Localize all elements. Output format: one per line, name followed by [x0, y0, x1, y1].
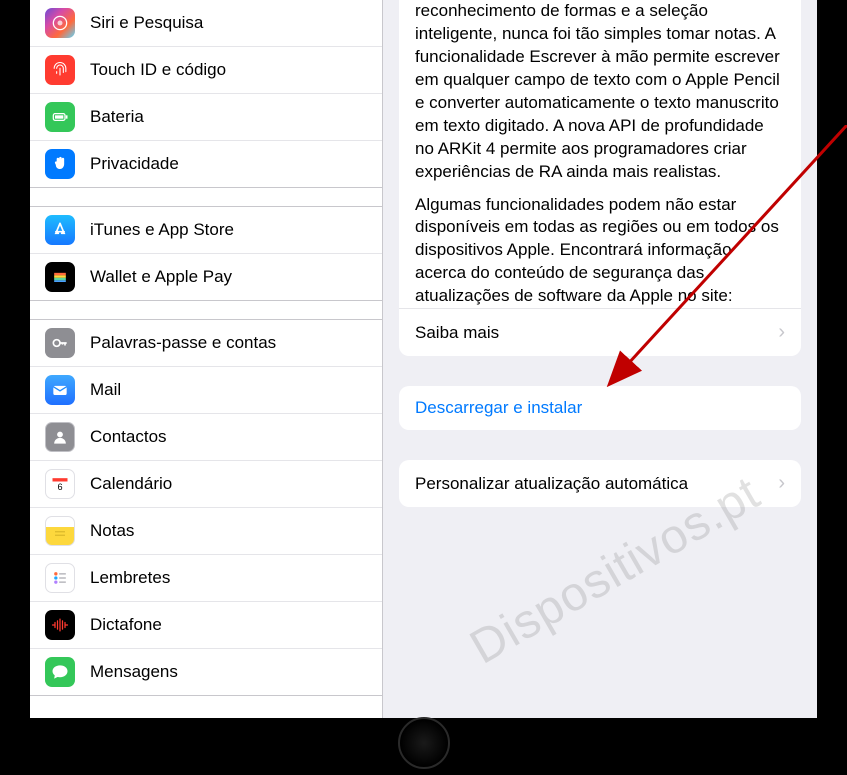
sidebar-item-label: Mensagens	[90, 662, 178, 682]
sidebar-item-label: Lembretes	[90, 568, 170, 588]
sidebar-item-label: Touch ID e código	[90, 60, 226, 80]
sidebar-item-label: Bateria	[90, 107, 144, 127]
key-icon	[45, 328, 75, 358]
sidebar-item-label: Contactos	[90, 427, 167, 447]
sidebar-item-label: Notas	[90, 521, 134, 541]
learn-more-label: Saiba mais	[415, 323, 499, 343]
sidebar-group-1: Siri e Pesquisa Touch ID e código Bateri…	[30, 0, 382, 188]
download-install-label: Descarregar e instalar	[415, 398, 582, 418]
messages-icon	[45, 657, 75, 687]
download-install-card: Descarregar e instalar	[399, 386, 801, 430]
customize-auto-card: Personalizar atualização automática ›	[399, 460, 801, 507]
sidebar-item-privacy[interactable]: Privacidade	[30, 141, 382, 187]
sidebar-item-wallet[interactable]: Wallet e Apple Pay	[30, 254, 382, 300]
update-description-1: reconhecimento de formas e a seleção int…	[399, 0, 801, 194]
sidebar-item-label: Calendário	[90, 474, 172, 494]
update-description-card: reconhecimento de formas e a seleção int…	[399, 0, 801, 356]
sidebar-item-label: Privacidade	[90, 154, 179, 174]
sidebar-item-siri[interactable]: Siri e Pesquisa	[30, 0, 382, 47]
svg-text:6: 6	[57, 482, 62, 492]
mail-icon	[45, 375, 75, 405]
siri-icon	[45, 8, 75, 38]
sidebar-item-label: iTunes e App Store	[90, 220, 234, 240]
contacts-icon	[45, 422, 75, 452]
sidebar-item-label: Mail	[90, 380, 121, 400]
chevron-right-icon: ›	[778, 472, 785, 495]
screen: Siri e Pesquisa Touch ID e código Bateri…	[30, 0, 817, 718]
reminders-icon	[45, 563, 75, 593]
notes-icon	[45, 516, 75, 546]
chevron-right-icon: ›	[778, 321, 785, 344]
update-description-2: Algumas funcionalidades podem não estar …	[399, 194, 801, 309]
sidebar-item-mail[interactable]: Mail	[30, 367, 382, 414]
appstore-icon	[45, 215, 75, 245]
sidebar-group-2: iTunes e App Store Wallet e Apple Pay	[30, 206, 382, 301]
sidebar-item-label: Palavras-passe e contas	[90, 333, 276, 353]
sidebar-item-notes[interactable]: Notas	[30, 508, 382, 555]
sidebar-item-battery[interactable]: Bateria	[30, 94, 382, 141]
learn-more-row[interactable]: Saiba mais ›	[399, 308, 801, 356]
customize-auto-label: Personalizar atualização automática	[415, 474, 688, 494]
sidebar-item-voicememos[interactable]: Dictafone	[30, 602, 382, 649]
device-frame: Siri e Pesquisa Touch ID e código Bateri…	[0, 0, 847, 775]
sidebar-group-3: Palavras-passe e contas Mail Contactos	[30, 319, 382, 696]
customize-auto-button[interactable]: Personalizar atualização automática ›	[399, 460, 801, 507]
fingerprint-icon	[45, 55, 75, 85]
battery-icon	[45, 102, 75, 132]
voice-icon	[45, 610, 75, 640]
content-panel: reconhecimento de formas e a seleção int…	[383, 0, 817, 718]
settings-sidebar: Siri e Pesquisa Touch ID e código Bateri…	[30, 0, 383, 718]
sidebar-item-passwords[interactable]: Palavras-passe e contas	[30, 320, 382, 367]
home-button[interactable]	[398, 717, 450, 769]
wallet-icon	[45, 262, 75, 292]
sidebar-item-label: Dictafone	[90, 615, 162, 635]
sidebar-item-appstore[interactable]: iTunes e App Store	[30, 207, 382, 254]
sidebar-item-reminders[interactable]: Lembretes	[30, 555, 382, 602]
sidebar-item-label: Siri e Pesquisa	[90, 13, 203, 33]
sidebar-item-label: Wallet e Apple Pay	[90, 267, 232, 287]
sidebar-item-touchid[interactable]: Touch ID e código	[30, 47, 382, 94]
sidebar-item-calendar[interactable]: 6 Calendário	[30, 461, 382, 508]
hand-icon	[45, 149, 75, 179]
download-install-button[interactable]: Descarregar e instalar	[399, 386, 801, 430]
sidebar-item-messages[interactable]: Mensagens	[30, 649, 382, 695]
sidebar-item-contacts[interactable]: Contactos	[30, 414, 382, 461]
calendar-icon: 6	[45, 469, 75, 499]
